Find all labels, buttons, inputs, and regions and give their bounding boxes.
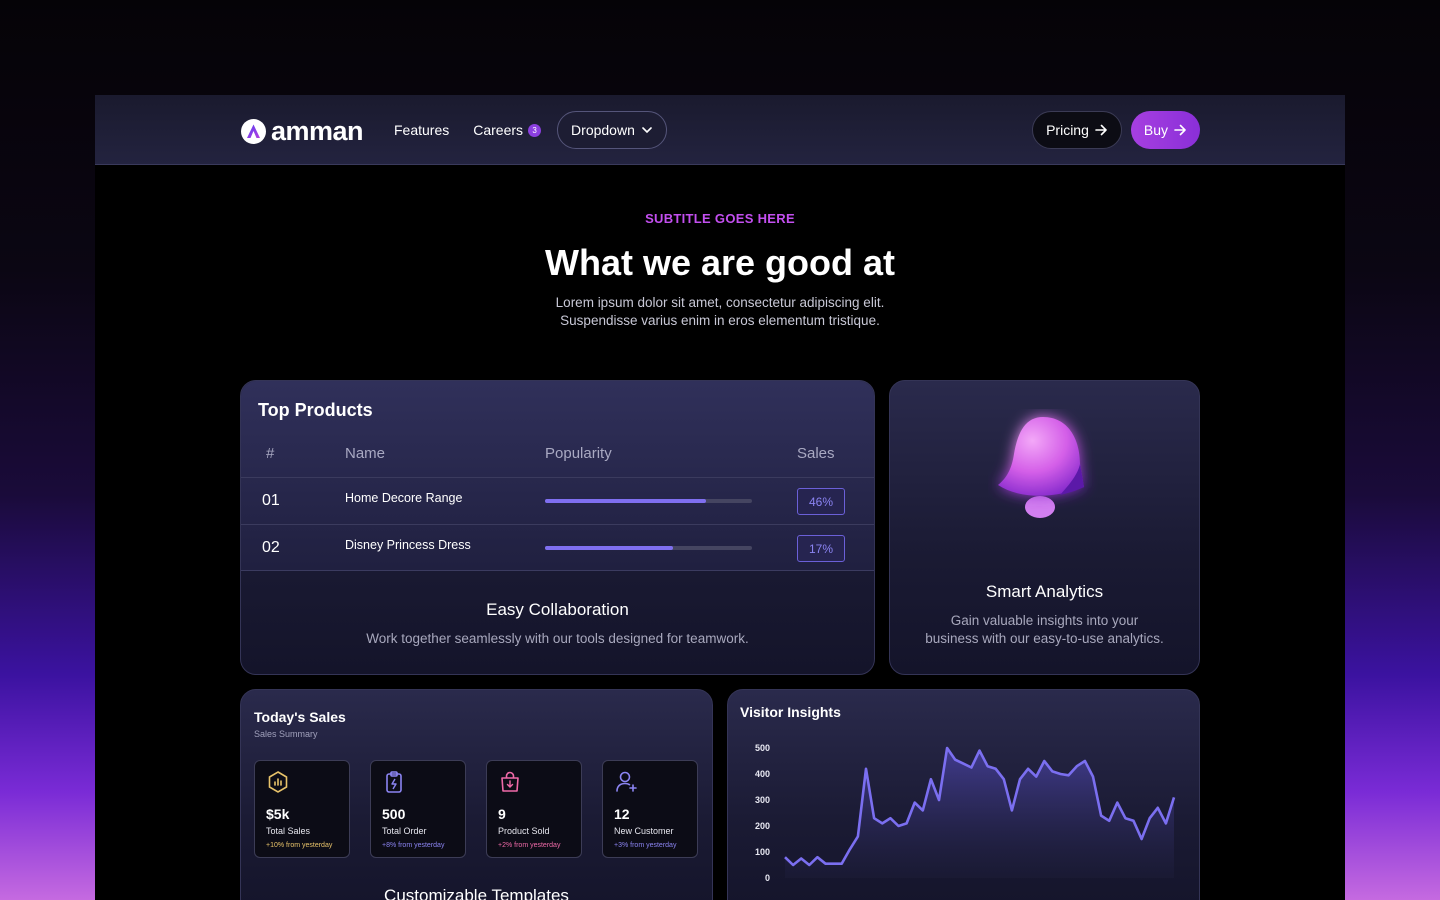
- y-tick-label: 0: [765, 873, 770, 883]
- feature-title: Easy Collaboration: [486, 600, 629, 619]
- shopping-bag-icon: [498, 770, 522, 799]
- arrow-right-icon: [1095, 124, 1107, 136]
- description-line: Lorem ipsum dolor sit amet, consectetur …: [555, 295, 885, 310]
- nav-link-features[interactable]: Features: [394, 122, 449, 138]
- todays-sales-subtitle: Sales Summary: [254, 729, 318, 739]
- visitor-insights-card: Visitor Insights 0 100 200 300 400 500: [727, 689, 1200, 900]
- analytics-description: Gain valuable insights into your busines…: [890, 612, 1199, 648]
- brand-logo[interactable]: amman: [241, 116, 364, 147]
- feature-description: Work together seamlessly with our tools …: [366, 631, 749, 646]
- product-name: Home Decore Range: [345, 491, 463, 505]
- todays-sales-card: Today's Sales Sales Summary $5k Total Sa…: [240, 689, 713, 900]
- sales-badge: 17%: [797, 535, 845, 562]
- top-products-title: Top Products: [258, 400, 373, 420]
- nav-link-label: Careers: [473, 122, 524, 138]
- todays-sales-title: Today's Sales: [254, 709, 346, 725]
- nav-dropdown[interactable]: Dropdown: [557, 111, 667, 149]
- description-line: Suspendisse varius enim in eros elementu…: [560, 313, 880, 328]
- column-header-popularity: Popularity: [545, 445, 612, 462]
- y-tick-label: 100: [755, 847, 770, 857]
- description-line: Gain valuable insights into your: [950, 613, 1139, 628]
- careers-count-badge: 3: [528, 123, 542, 137]
- stat-label: Product Sold: [498, 826, 550, 836]
- popularity-bar: [545, 546, 752, 550]
- section-title: What we are good at: [544, 242, 896, 283]
- feature-title: Customizable Templates: [384, 886, 569, 900]
- page-frame: amman Features Careers 3 Dropdown Pricin…: [95, 95, 1345, 900]
- y-tick-label: 300: [755, 795, 770, 805]
- add-user-icon: [614, 770, 638, 799]
- smart-analytics-card: Smart Analytics Gain valuable insights i…: [889, 380, 1200, 675]
- analytics-title: Smart Analytics: [985, 582, 1104, 601]
- popularity-fill: [545, 546, 674, 550]
- description-line: business with our easy-to-use analytics.: [925, 631, 1164, 646]
- nav-actions: Pricing Buy: [1032, 111, 1200, 149]
- stat-card-total-order[interactable]: 500 Total Order +8% from yesterday: [370, 760, 466, 858]
- row-number: 01: [262, 492, 280, 509]
- y-tick-label: 400: [755, 769, 770, 779]
- y-tick-label: 200: [755, 821, 770, 831]
- nav-link-careers[interactable]: Careers 3: [473, 122, 542, 138]
- stat-change: +10% from yesterday: [266, 842, 333, 849]
- sales-badge: 46%: [797, 488, 845, 515]
- section-subtitle: SUBTITLE GOES HERE: [645, 211, 795, 226]
- stat-value: 12: [614, 806, 630, 822]
- clipboard-icon: [382, 770, 406, 799]
- bell-icon: [988, 409, 1098, 524]
- top-products-table: Top Products # Name Popularity Sales 01 …: [241, 381, 874, 571]
- chevron-down-icon: [642, 127, 652, 134]
- top-products-card: Top Products # Name Popularity Sales 01 …: [240, 380, 875, 675]
- stat-card-new-customer[interactable]: 12 New Customer +3% from yesterday: [602, 760, 698, 858]
- popularity-fill: [545, 499, 707, 503]
- column-header-name: Name: [345, 445, 386, 462]
- stat-change: +8% from yesterday: [382, 842, 445, 849]
- row-number: 02: [262, 539, 280, 556]
- section-description: Lorem ipsum dolor sit amet, consectetur …: [95, 294, 1345, 330]
- chart-badge-icon: [266, 770, 290, 799]
- stat-value: 500: [382, 806, 406, 822]
- pricing-button[interactable]: Pricing: [1032, 111, 1122, 149]
- dropdown-label: Dropdown: [571, 122, 635, 138]
- stat-label: Total Order: [382, 826, 427, 836]
- table-row[interactable]: 02 Disney Princess Dress 17%: [241, 524, 874, 571]
- product-name: Disney Princess Dress: [345, 538, 471, 552]
- stat-change: +2% from yesterday: [498, 842, 561, 849]
- brand-name: amman: [271, 116, 364, 146]
- stat-value: $5k: [266, 806, 290, 822]
- stat-card-total-sales[interactable]: $5k Total Sales +10% from yesterday: [254, 760, 350, 858]
- stat-value: 9: [498, 806, 506, 822]
- column-header-number: #: [266, 445, 275, 462]
- logo-mark-icon: [241, 119, 266, 144]
- stat-label: Total Sales: [266, 826, 311, 836]
- navbar: amman Features Careers 3 Dropdown Pricin…: [95, 95, 1345, 165]
- table-row[interactable]: 01 Home Decore Range 46%: [241, 477, 874, 524]
- buy-button[interactable]: Buy: [1130, 111, 1200, 149]
- arrow-right-icon: [1174, 124, 1186, 136]
- popularity-bar: [545, 499, 752, 503]
- buy-label: Buy: [1143, 122, 1168, 138]
- nav-links: Features Careers 3 Dropdown: [394, 111, 667, 149]
- stat-card-product-sold[interactable]: 9 Product Sold +2% from yesterday: [486, 760, 582, 858]
- y-tick-label: 500: [755, 743, 770, 753]
- visitor-insights-chart: 0 100 200 300 400 500: [755, 743, 1176, 883]
- stat-change: +3% from yesterday: [614, 842, 677, 849]
- nav-link-label: Features: [394, 122, 450, 138]
- pricing-label: Pricing: [1046, 122, 1089, 138]
- stat-label: New Customer: [614, 826, 674, 836]
- column-header-sales: Sales: [797, 445, 835, 462]
